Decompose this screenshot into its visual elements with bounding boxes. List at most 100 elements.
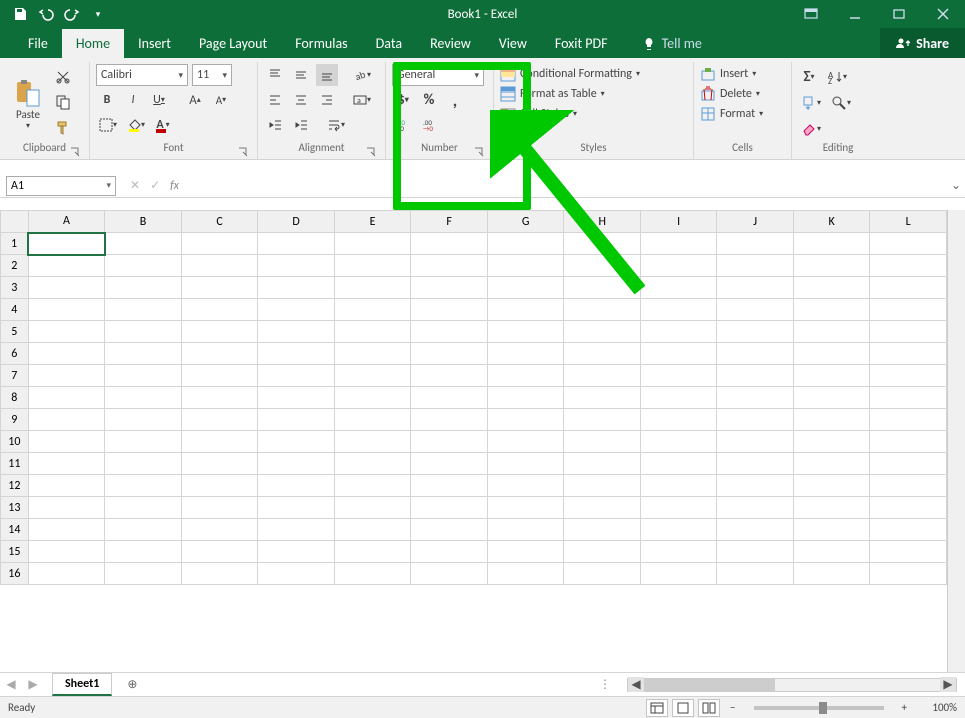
cell[interactable]: [564, 431, 641, 453]
ribbon-display-icon[interactable]: [789, 0, 833, 28]
cell[interactable]: [334, 233, 411, 255]
cell[interactable]: [487, 497, 564, 519]
cell[interactable]: [411, 475, 488, 497]
scroll-right-icon[interactable]: ▶: [940, 677, 956, 692]
cell[interactable]: [105, 541, 182, 563]
cell[interactable]: [564, 365, 641, 387]
cell[interactable]: [411, 343, 488, 365]
cell[interactable]: [28, 255, 105, 277]
cell[interactable]: [334, 409, 411, 431]
sheet-nav-next-icon[interactable]: ▶: [22, 674, 44, 696]
cell[interactable]: [870, 541, 947, 563]
cell[interactable]: [258, 321, 335, 343]
cell[interactable]: [105, 431, 182, 453]
cell[interactable]: [717, 255, 793, 277]
cell[interactable]: [258, 409, 335, 431]
cell[interactable]: [564, 387, 641, 409]
column-header[interactable]: B: [105, 211, 182, 233]
cell[interactable]: [411, 453, 488, 475]
cell[interactable]: [564, 475, 641, 497]
cell[interactable]: [258, 497, 335, 519]
cell[interactable]: [487, 475, 564, 497]
cell[interactable]: [870, 431, 947, 453]
cell[interactable]: [717, 519, 793, 541]
underline-button[interactable]: U▾: [148, 89, 170, 111]
minimize-icon[interactable]: [833, 0, 877, 28]
cell[interactable]: [564, 409, 641, 431]
cell[interactable]: [793, 563, 870, 585]
cell[interactable]: [411, 541, 488, 563]
cell[interactable]: [105, 475, 182, 497]
decrease-indent-button[interactable]: [264, 114, 286, 136]
cell[interactable]: [28, 497, 105, 519]
cell[interactable]: [181, 387, 258, 409]
cell[interactable]: [487, 255, 564, 277]
cell[interactable]: [793, 299, 870, 321]
insert-cells-button[interactable]: Insert▾: [700, 66, 785, 82]
cell[interactable]: [258, 475, 335, 497]
dialog-launcher-icon[interactable]: [365, 146, 377, 158]
cell[interactable]: [717, 321, 793, 343]
cell[interactable]: [334, 299, 411, 321]
horizontal-scrollbar[interactable]: ◀ ▶: [627, 678, 957, 692]
cell[interactable]: [28, 541, 105, 563]
cell[interactable]: [105, 343, 182, 365]
column-header[interactable]: J: [717, 211, 793, 233]
expand-formula-bar-icon[interactable]: ⌄: [947, 178, 965, 193]
cell-styles-button[interactable]: Cell Styles▾: [500, 106, 687, 122]
cell[interactable]: [105, 519, 182, 541]
cell[interactable]: [870, 453, 947, 475]
tab-foxit-pdf[interactable]: Foxit PDF: [541, 29, 622, 58]
zoom-in-button[interactable]: +: [902, 701, 907, 714]
cell[interactable]: [181, 519, 258, 541]
cell[interactable]: [28, 233, 105, 255]
column-header[interactable]: H: [564, 211, 641, 233]
sheet-nav-prev-icon[interactable]: ◀: [0, 674, 22, 696]
cell[interactable]: [334, 453, 411, 475]
close-icon[interactable]: [921, 0, 965, 28]
cell[interactable]: [717, 563, 793, 585]
cell[interactable]: [487, 233, 564, 255]
row-header[interactable]: 14: [1, 519, 29, 541]
column-header[interactable]: E: [334, 211, 411, 233]
cell[interactable]: [717, 409, 793, 431]
tab-file[interactable]: File: [14, 29, 62, 58]
cell[interactable]: [258, 519, 335, 541]
cell[interactable]: [717, 497, 793, 519]
cell[interactable]: [487, 343, 564, 365]
font-name-select[interactable]: Calibri▾: [96, 64, 188, 86]
align-bottom-button[interactable]: [316, 64, 338, 86]
cell[interactable]: [717, 233, 793, 255]
cell[interactable]: [717, 277, 793, 299]
cell[interactable]: [487, 387, 564, 409]
undo-icon[interactable]: [36, 4, 56, 24]
cell[interactable]: [870, 255, 947, 277]
cell[interactable]: [564, 255, 641, 277]
cell[interactable]: [334, 365, 411, 387]
cell[interactable]: [640, 233, 716, 255]
format-as-table-button[interactable]: Format as Table▾: [500, 86, 687, 102]
cell[interactable]: [640, 409, 716, 431]
row-header[interactable]: 2: [1, 255, 29, 277]
cell[interactable]: [717, 453, 793, 475]
qat-customize-icon[interactable]: ▾: [88, 4, 108, 24]
cell[interactable]: [487, 277, 564, 299]
cell[interactable]: [640, 497, 716, 519]
select-all-corner[interactable]: [1, 211, 29, 233]
row-header[interactable]: 13: [1, 497, 29, 519]
cell[interactable]: [258, 299, 335, 321]
bold-button[interactable]: B: [96, 89, 118, 111]
cell[interactable]: [258, 541, 335, 563]
cell[interactable]: [564, 541, 641, 563]
cell[interactable]: [717, 343, 793, 365]
cell[interactable]: [793, 497, 870, 519]
cell[interactable]: [181, 563, 258, 585]
cell[interactable]: [640, 541, 716, 563]
sheet-tab[interactable]: Sheet1: [52, 673, 112, 696]
cell[interactable]: [411, 519, 488, 541]
cell[interactable]: [258, 255, 335, 277]
cell[interactable]: [640, 255, 716, 277]
cell[interactable]: [181, 233, 258, 255]
tell-me[interactable]: Tell me: [628, 29, 716, 58]
cell[interactable]: [564, 299, 641, 321]
